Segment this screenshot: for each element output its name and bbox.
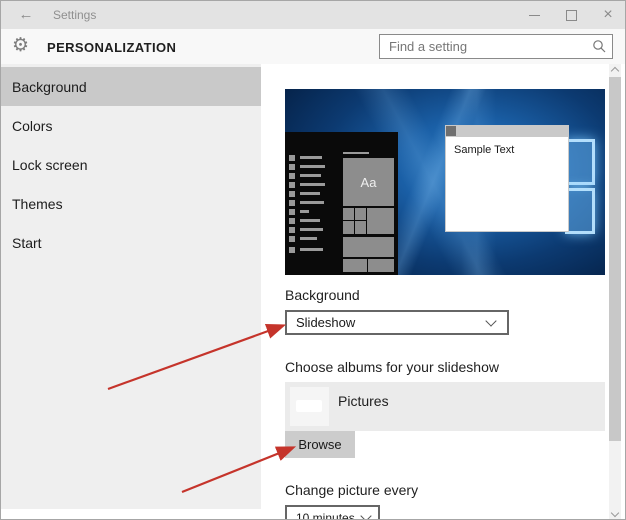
minimize-icon bbox=[528, 14, 540, 16]
sidebar: Background Colors Lock screen Themes Sta… bbox=[1, 64, 261, 509]
search-icon bbox=[593, 40, 606, 53]
sidebar-item-lock-screen[interactable]: Lock screen bbox=[1, 145, 261, 184]
sidebar-item-background[interactable]: Background bbox=[1, 67, 261, 106]
scroll-down-icon bbox=[610, 508, 620, 518]
sidebar-item-label: Start bbox=[12, 234, 42, 251]
album-name: Pictures bbox=[338, 393, 389, 409]
page-header: ⚙ PERSONALIZATION bbox=[1, 29, 625, 64]
background-dropdown[interactable]: Slideshow bbox=[285, 310, 509, 335]
background-dropdown-value: Slideshow bbox=[296, 315, 356, 330]
scrollbar-thumb[interactable] bbox=[609, 77, 621, 441]
change-picture-dropdown[interactable]: 10 minutes bbox=[285, 505, 380, 520]
sidebar-item-themes[interactable]: Themes bbox=[1, 184, 261, 223]
search-box bbox=[379, 34, 613, 59]
background-label: Background bbox=[285, 287, 360, 303]
maximize-icon bbox=[565, 9, 577, 21]
album-row-pictures[interactable]: Pictures bbox=[285, 382, 605, 431]
gear-icon: ⚙ bbox=[12, 35, 30, 56]
close-icon: × bbox=[603, 6, 613, 23]
sidebar-item-label: Background bbox=[12, 78, 87, 95]
start-menu-aa-tile: Aa bbox=[343, 158, 394, 206]
sidebar-item-start[interactable]: Start bbox=[1, 223, 261, 262]
search-input[interactable] bbox=[380, 35, 593, 58]
sidebar-item-colors[interactable]: Colors bbox=[1, 106, 261, 145]
settings-window: ← Settings × ⚙ PERSONALIZATION Backgroun… bbox=[0, 0, 626, 520]
vertical-scrollbar[interactable] bbox=[609, 63, 621, 519]
album-thumbnail-icon bbox=[290, 387, 329, 426]
titlebar: ← Settings × bbox=[1, 1, 625, 29]
change-picture-label: Change picture every bbox=[285, 482, 419, 498]
sidebar-item-label: Lock screen bbox=[12, 156, 88, 173]
sample-window-preview: Sample Text bbox=[445, 125, 569, 232]
browse-button-label: Browse bbox=[298, 437, 342, 452]
chevron-down-icon bbox=[360, 509, 372, 519]
minimize-button[interactable] bbox=[517, 1, 551, 29]
start-menu-tiles: Aa bbox=[343, 152, 394, 272]
back-arrow-icon: ← bbox=[18, 6, 34, 23]
close-button[interactable]: × bbox=[591, 1, 625, 29]
windows-logo-pane bbox=[565, 188, 595, 234]
sidebar-item-label: Themes bbox=[12, 195, 63, 212]
window-title: Settings bbox=[53, 8, 97, 22]
back-button[interactable]: ← bbox=[15, 5, 37, 25]
windows-logo-pane bbox=[565, 139, 595, 185]
change-picture-value: 10 minutes bbox=[296, 510, 355, 520]
sidebar-item-label: Colors bbox=[12, 117, 53, 134]
sample-window-titlebar bbox=[446, 126, 568, 137]
choose-albums-label: Choose albums for your slideshow bbox=[285, 359, 499, 375]
scroll-up-icon bbox=[610, 66, 620, 76]
browse-button[interactable]: Browse bbox=[285, 431, 355, 458]
start-menu-preview: Aa bbox=[285, 132, 398, 275]
chevron-down-icon bbox=[485, 314, 497, 327]
aa-tile-label: Aa bbox=[360, 174, 377, 190]
maximize-button[interactable] bbox=[554, 1, 588, 29]
page-title: PERSONALIZATION bbox=[47, 40, 177, 55]
desktop-preview-image: Aa Sample Text bbox=[285, 89, 605, 275]
sample-window-icon bbox=[446, 126, 456, 136]
sample-window-text: Sample Text bbox=[454, 144, 515, 156]
